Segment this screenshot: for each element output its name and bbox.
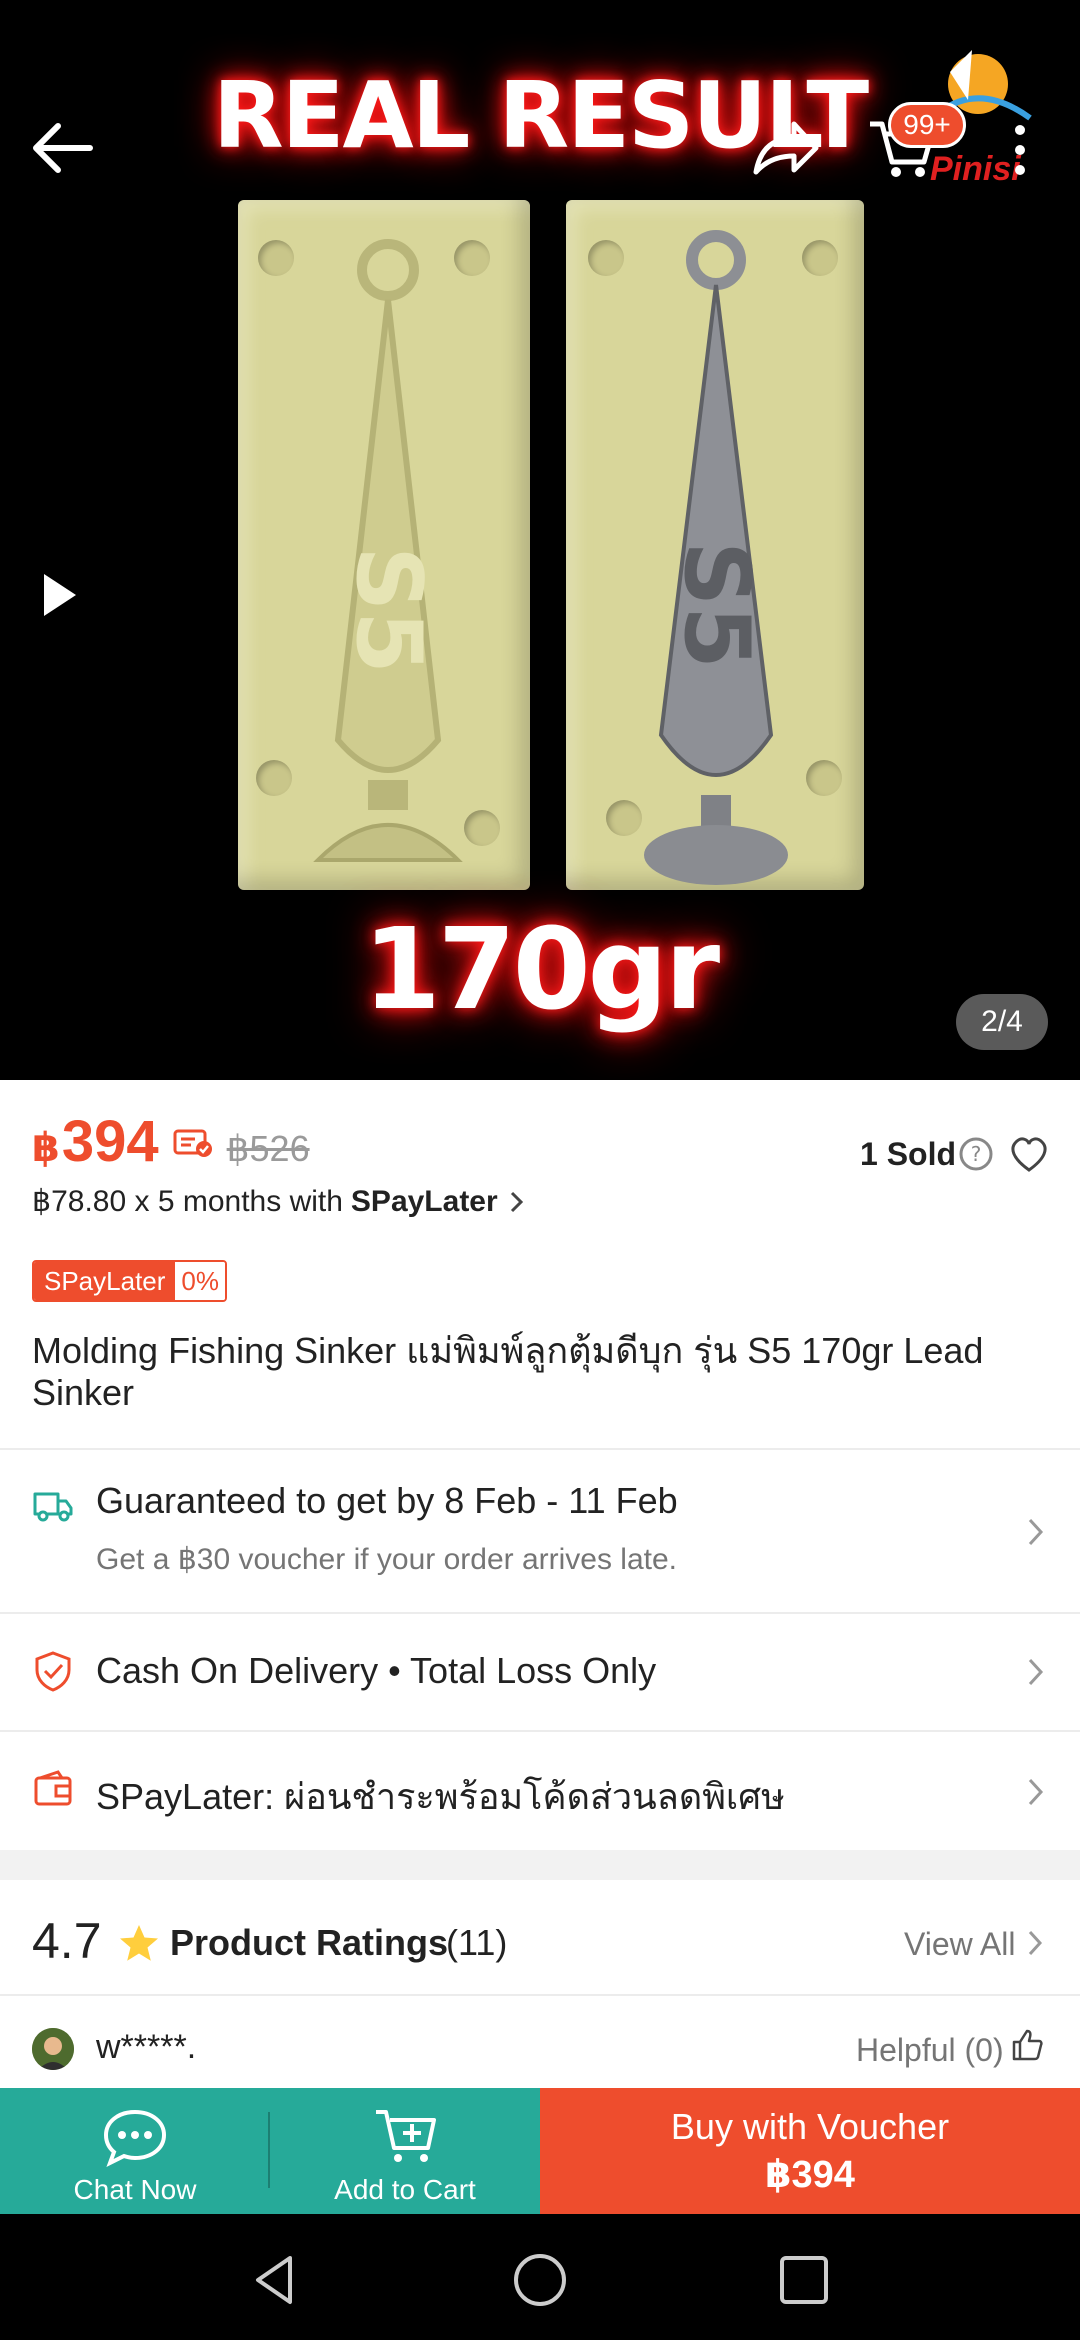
hero-weight-label: 170gr bbox=[362, 905, 720, 1035]
sold-count: 1 Sold bbox=[860, 1136, 957, 1172]
add-to-cart-button[interactable]: Add to Cart bbox=[270, 2088, 540, 2214]
chevron-right-icon bbox=[1028, 1930, 1043, 1956]
original-price: ฿526 bbox=[226, 1128, 310, 1169]
buy-with-voucher-label: Buy with Voucher bbox=[670, 2105, 950, 2147]
installment-text: ฿78.80 x 5 months with bbox=[32, 1185, 343, 1218]
spaylater-badge-rate: 0% bbox=[175, 1262, 225, 1300]
shield-icon bbox=[35, 1651, 71, 1692]
thumb-up-icon[interactable] bbox=[1010, 2028, 1044, 2062]
chevron-right-icon bbox=[1028, 1518, 1044, 1546]
price-currency: ฿ bbox=[32, 1126, 60, 1170]
spaylater-badge: SPayLater 0% bbox=[32, 1260, 227, 1302]
system-recents-icon[interactable] bbox=[774, 2250, 834, 2310]
shipping-guarantee-subtitle: Get a ฿30 voucher if your order arrives … bbox=[96, 1543, 678, 1576]
ratings-count: (11) bbox=[446, 1922, 508, 1963]
reviewer-name: w*****. bbox=[96, 2028, 197, 2066]
ratings-label: Product Ratings bbox=[170, 1922, 449, 1963]
shipping-guarantee-title: Guaranteed to get by 8 Feb - 11 Feb bbox=[96, 1480, 678, 1521]
star-icon bbox=[120, 1925, 158, 1961]
spaylater-badge-label: SPayLater bbox=[34, 1262, 176, 1300]
divider bbox=[0, 1994, 1080, 1996]
product-image-left-mold: S5 bbox=[238, 200, 530, 890]
back-arrow-icon[interactable] bbox=[28, 118, 98, 178]
shipping-guarantee-row[interactable]: Guaranteed to get by 8 Feb - 11 Feb Get … bbox=[0, 1450, 1080, 1612]
chevron-right-icon bbox=[510, 1191, 523, 1212]
system-back-icon[interactable] bbox=[246, 2250, 306, 2310]
svg-text:S5: S5 bbox=[664, 541, 769, 668]
system-home-icon[interactable] bbox=[510, 2250, 570, 2310]
product-image-right-mold: S5 bbox=[566, 200, 864, 890]
payment-protection-row[interactable]: Cash On Delivery • Total Loss Only bbox=[0, 1614, 1080, 1728]
more-icon[interactable] bbox=[1000, 120, 1040, 180]
view-all-ratings-link[interactable]: View All bbox=[904, 1926, 1015, 1963]
add-to-cart-label: Add to Cart bbox=[334, 2174, 476, 2205]
bottom-action-bar: Chat Now Add to Cart Buy with Voucher ฿3… bbox=[0, 2088, 1080, 2214]
avatar bbox=[32, 2028, 74, 2070]
installment-link[interactable]: ฿78.80 x 5 months with SPayLater bbox=[32, 1184, 526, 1219]
heart-icon[interactable] bbox=[1008, 1134, 1050, 1174]
helpful-count[interactable]: Helpful (0) bbox=[856, 2032, 1004, 2069]
share-icon[interactable] bbox=[748, 116, 820, 178]
section-spacer bbox=[0, 1850, 1080, 1880]
chat-icon bbox=[103, 2109, 167, 2168]
truck-icon bbox=[33, 1492, 73, 1522]
chevron-right-icon bbox=[1028, 1778, 1044, 1806]
svg-text:?: ? bbox=[971, 1142, 982, 1166]
add-cart-icon bbox=[376, 2110, 436, 2162]
payment-protection-text: Cash On Delivery • Total Loss Only bbox=[96, 1650, 657, 1691]
svg-text:S5: S5 bbox=[336, 546, 441, 673]
installment-brand: SPayLater bbox=[350, 1184, 498, 1218]
chat-now-label: Chat Now bbox=[73, 2174, 197, 2205]
cart-count-badge: 99+ bbox=[888, 102, 966, 148]
buy-with-voucher-price: ฿394 bbox=[765, 2153, 855, 2196]
product-title: Molding Fishing Sinker แม่พิมพ์ลูกตุ้มดี… bbox=[32, 1330, 984, 1413]
help-icon[interactable]: ? bbox=[958, 1136, 994, 1172]
voucher-icon bbox=[173, 1129, 212, 1157]
system-navigation-bar bbox=[0, 2214, 1080, 2340]
current-price: 394 bbox=[61, 1109, 159, 1174]
price-row: ฿ 394 ฿526 bbox=[32, 1108, 310, 1175]
chevron-right-icon bbox=[1028, 1658, 1044, 1686]
image-page-indicator: 2/4 bbox=[956, 994, 1048, 1050]
spaylater-promo-text: SPayLater: ผ่อนชำระพร้อมโค้ดส่วนลดพิเศษ bbox=[96, 1776, 785, 1817]
rating-score: 4.7 bbox=[32, 1913, 102, 1969]
play-icon[interactable] bbox=[40, 570, 80, 620]
spaylater-promo-row[interactable]: SPayLater: ผ่อนชำระพร้อมโค้ดส่วนลดพิเศษ bbox=[0, 1732, 1080, 1850]
chat-now-button[interactable]: Chat Now bbox=[0, 2088, 270, 2214]
wallet-icon bbox=[34, 1770, 72, 1806]
buy-with-voucher-button[interactable]: Buy with Voucher ฿394 bbox=[540, 2088, 1080, 2214]
